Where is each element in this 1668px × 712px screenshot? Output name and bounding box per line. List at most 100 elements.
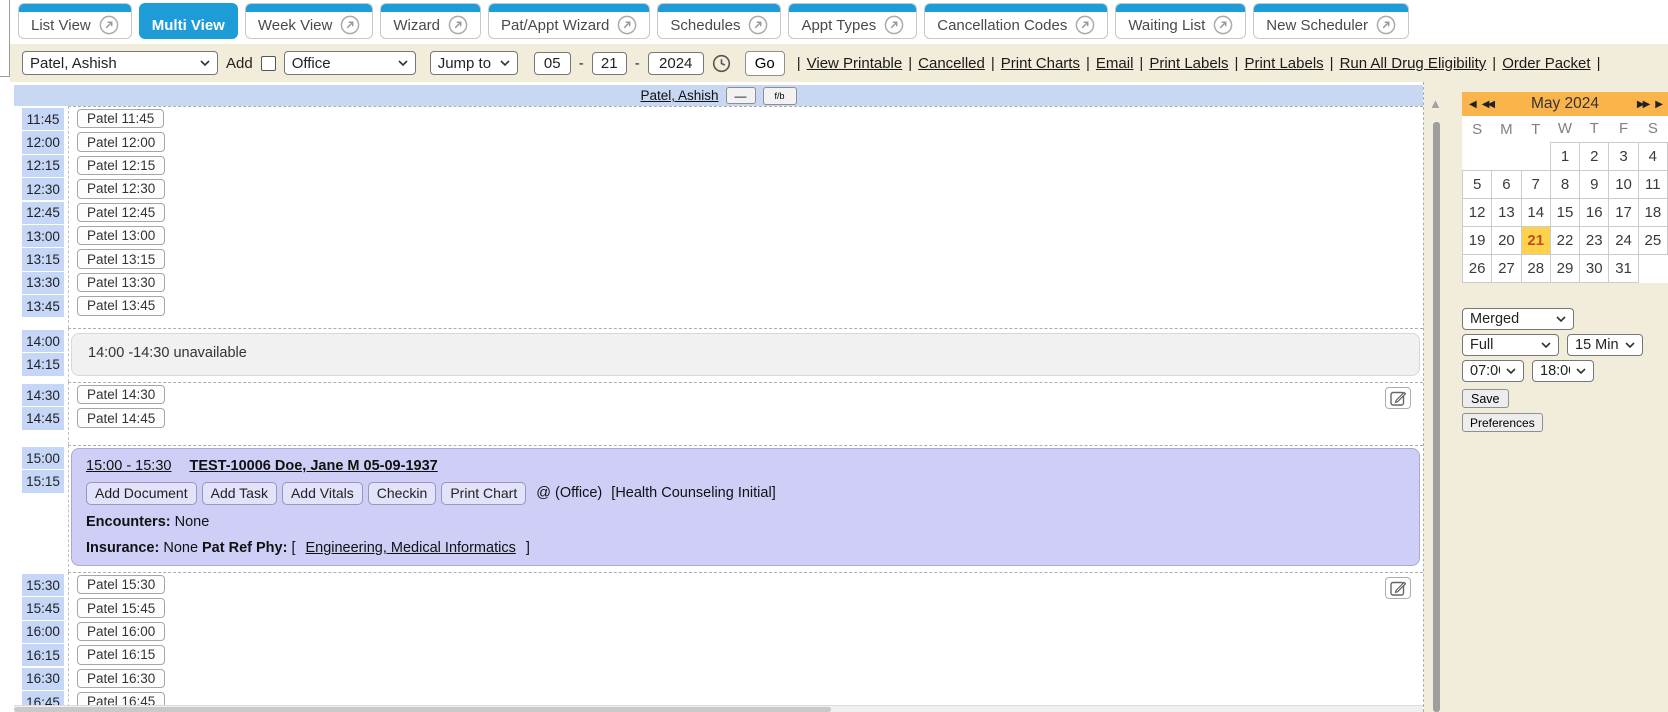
slot-button-patel-13-00[interactable]: Patel 13:00 <box>77 226 165 246</box>
minical-day-cell[interactable]: 26 <box>1463 254 1492 282</box>
time-cell[interactable]: 12:45 <box>22 202 64 224</box>
slot-button-patel-16-30[interactable]: Patel 16:30 <box>77 669 165 689</box>
minical-day-cell[interactable]: 6 <box>1492 170 1521 198</box>
add-document-button[interactable]: Add Document <box>86 482 197 505</box>
time-cell[interactable]: 16:00 <box>22 621 64 643</box>
toolbar-link-run-all-drug-eligibility[interactable]: Run All Drug Eligibility <box>1340 55 1487 72</box>
minical-day-cell[interactable]: 14 <box>1521 198 1550 226</box>
fb-button[interactable]: f/b <box>763 87 797 105</box>
minical-fast-next-arrow-icon[interactable]: ▶▶ <box>1637 99 1648 110</box>
minical-day-cell[interactable]: 17 <box>1609 198 1638 226</box>
time-cell[interactable]: 12:30 <box>22 178 64 200</box>
minical-day-cell[interactable]: 12 <box>1463 198 1492 226</box>
slot-button-patel-13-30[interactable]: Patel 13:30 <box>77 273 165 293</box>
open-new-window-icon[interactable] <box>1376 15 1396 35</box>
time-cell[interactable]: 15:00 <box>22 447 64 469</box>
tab-week-view[interactable]: Week View <box>245 3 373 39</box>
slot-button-patel-12-15[interactable]: Patel 12:15 <box>77 156 165 176</box>
add-checkbox[interactable] <box>261 56 276 71</box>
slot-button-patel-15-30[interactable]: Patel 15:30 <box>77 575 165 595</box>
tab-wizard[interactable]: Wizard <box>380 3 481 39</box>
minical-day-cell[interactable]: 28 <box>1521 254 1550 282</box>
minical-day-cell[interactable]: 31 <box>1609 254 1638 282</box>
slot-button-patel-13-45[interactable]: Patel 13:45 <box>77 296 165 316</box>
time-cell[interactable]: 15:30 <box>22 574 64 596</box>
size-select[interactable]: Full <box>1462 334 1559 356</box>
time-cell[interactable]: 13:45 <box>22 295 64 317</box>
minical-day-cell[interactable]: 22 <box>1550 226 1579 254</box>
appointment-block[interactable]: 15:00 - 15:30 TEST-10006 Doe, Jane M 05-0… <box>71 448 1420 566</box>
unavailable-block[interactable]: 14:00 -14:30 unavailable <box>71 333 1420 376</box>
minical-next-arrow-icon[interactable]: ▶ <box>1655 99 1661 110</box>
toolbar-link-order-packet[interactable]: Order Packet <box>1502 55 1590 72</box>
open-new-window-icon[interactable] <box>617 15 637 35</box>
appointment-time-link[interactable]: 15:00 - 15:30 <box>86 458 171 474</box>
time-cell[interactable]: 13:30 <box>22 272 64 294</box>
time-cell[interactable]: 12:00 <box>22 131 64 153</box>
scroll-up-icon[interactable]: ▲ <box>1429 96 1442 111</box>
time-cell[interactable]: 14:45 <box>22 407 64 429</box>
scrollbar-thumb[interactable] <box>14 707 831 712</box>
provider-select[interactable]: Patel, Ashish <box>22 51 218 75</box>
open-new-window-icon[interactable] <box>1213 15 1233 35</box>
time-cell[interactable]: 13:00 <box>22 225 64 247</box>
minical-day-cell[interactable]: 5 <box>1463 170 1492 198</box>
slot-button-patel-16-00[interactable]: Patel 16:00 <box>77 622 165 642</box>
time-cell[interactable]: 15:15 <box>22 470 64 492</box>
tab-new-scheduler[interactable]: New Scheduler <box>1253 3 1409 39</box>
jump-to-select[interactable]: Jump to <box>430 51 518 75</box>
minical-day-cell[interactable]: 8 <box>1550 170 1579 198</box>
time-cell[interactable]: 14:00 <box>22 330 64 352</box>
minical-day-cell[interactable]: 10 <box>1609 170 1638 198</box>
date-day-input[interactable]: 21 <box>592 52 627 75</box>
toolbar-link-print-charts[interactable]: Print Charts <box>1001 55 1080 72</box>
time-cell[interactable]: 14:30 <box>22 384 64 406</box>
toolbar-link-email[interactable]: Email <box>1096 55 1134 72</box>
minical-day-cell[interactable]: 13 <box>1492 198 1521 226</box>
start-time-select[interactable]: 07:00 <box>1462 360 1524 382</box>
print-chart-button[interactable]: Print Chart <box>441 482 526 505</box>
save-button[interactable]: Save <box>1462 389 1509 408</box>
scrollbar-thumb[interactable] <box>1433 122 1440 712</box>
minical-day-cell[interactable]: 20 <box>1492 226 1521 254</box>
tab-cancellation-codes[interactable]: Cancellation Codes <box>924 3 1108 39</box>
minical-day-cell[interactable]: 15 <box>1550 198 1579 226</box>
minical-day-cell[interactable]: 30 <box>1580 254 1609 282</box>
edit-appointment-button[interactable] <box>1385 577 1411 599</box>
time-cell[interactable]: 16:15 <box>22 644 64 666</box>
add-vitals-button[interactable]: Add Vitals <box>282 482 363 505</box>
minical-day-cell[interactable]: 21 <box>1521 226 1550 254</box>
minical-fast-prev-arrow-icon[interactable]: ◀◀ <box>1482 99 1493 110</box>
minical-day-cell[interactable]: 25 <box>1638 226 1667 254</box>
time-cell[interactable]: 11:45 <box>22 108 64 130</box>
provider-link[interactable]: Patel, Ashish <box>640 88 718 103</box>
checkin-button[interactable]: Checkin <box>368 482 437 505</box>
patient-link[interactable]: TEST-10006 Doe, Jane M 05-09-1937 <box>189 458 437 474</box>
minical-day-cell[interactable]: 4 <box>1638 142 1667 170</box>
slot-button-patel-13-15[interactable]: Patel 13:15 <box>77 249 165 269</box>
minical-day-cell[interactable]: 18 <box>1638 198 1667 226</box>
date-month-input[interactable]: 05 <box>534 52 571 75</box>
open-new-window-icon[interactable] <box>884 15 904 35</box>
end-time-select[interactable]: 18:00 <box>1532 360 1594 382</box>
minical-day-cell[interactable]: 19 <box>1463 226 1492 254</box>
time-cell[interactable]: 13:15 <box>22 248 64 270</box>
tab-waiting-list[interactable]: Waiting List <box>1115 3 1246 39</box>
minical-day-cell[interactable]: 27 <box>1492 254 1521 282</box>
go-button[interactable]: Go <box>745 51 785 76</box>
add-task-button[interactable]: Add Task <box>202 482 277 505</box>
toolbar-link-view-printable[interactable]: View Printable <box>807 55 903 72</box>
preferences-button[interactable]: Preferences <box>1462 413 1543 432</box>
minimize-button[interactable]: — <box>726 87 756 104</box>
tab-list-view[interactable]: List View <box>18 3 132 39</box>
time-cell[interactable]: 12:15 <box>22 155 64 177</box>
tab-multi-view[interactable]: Multi View <box>139 3 238 39</box>
interval-select[interactable]: 15 Min. <box>1567 334 1643 356</box>
slot-button-patel-11-45[interactable]: Patel 11:45 <box>77 109 164 129</box>
referring-physician-link[interactable]: Engineering, Medical Informatics <box>305 540 515 556</box>
date-year-input[interactable]: 2024 <box>648 52 704 75</box>
minical-day-cell[interactable]: 3 <box>1609 142 1638 170</box>
tab-pat-appt-wizard[interactable]: Pat/Appt Wizard <box>488 3 650 39</box>
edit-appointment-button[interactable] <box>1385 387 1411 409</box>
slot-button-patel-12-30[interactable]: Patel 12:30 <box>77 179 165 199</box>
